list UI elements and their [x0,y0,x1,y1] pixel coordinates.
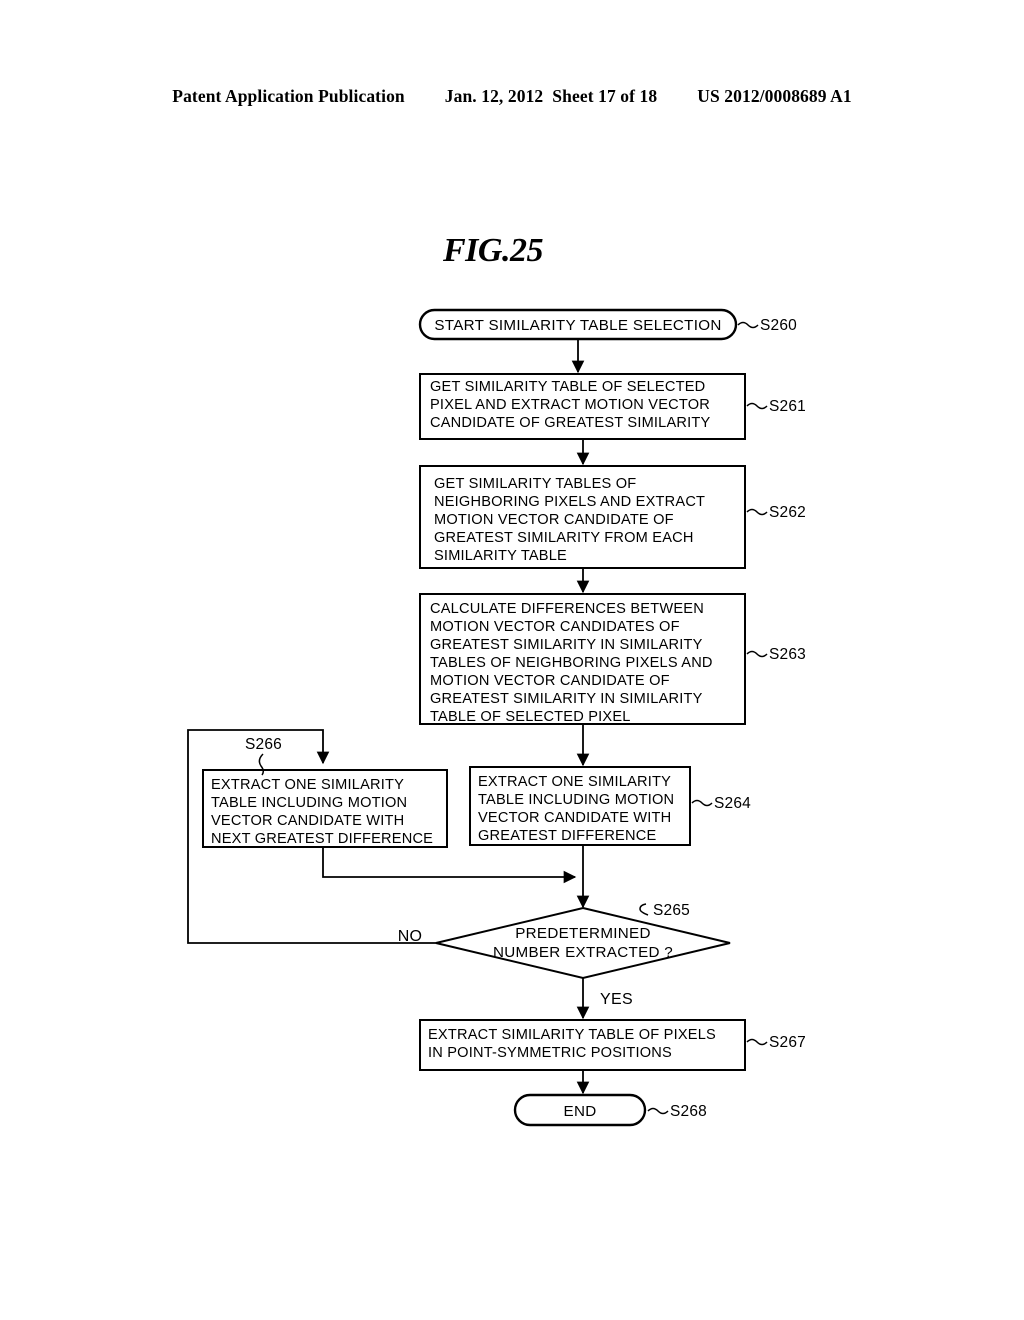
s263-line-4: TABLES OF NEIGHBORING PIXELS AND [430,655,713,671]
s267-step-number: S267 [769,1034,806,1051]
s266-line-4: NEXT GREATEST DIFFERENCE [211,831,433,847]
flowchart-diagram: START SIMILARITY TABLE SELECTION S260 GE… [187,308,806,1127]
start-step-hook [737,321,759,329]
node-s267: EXTRACT SIMILARITY TABLE OF PIXELS IN PO… [419,1019,806,1071]
s267-line-1: EXTRACT SIMILARITY TABLE OF PIXELS [428,1027,716,1043]
node-s263: CALCULATE DIFFERENCES BETWEEN MOTION VEC… [419,593,806,725]
s261-line-1: GET SIMILARITY TABLE OF SELECTED [430,379,705,395]
s267-step-hook [746,1038,768,1046]
s264-line-2: TABLE INCLUDING MOTION [478,792,674,808]
node-s266: EXTRACT ONE SIMILARITY TABLE INCLUDING M… [202,736,448,848]
s264-line-4: GREATEST DIFFERENCE [478,828,656,844]
s263-line-3: GREATEST SIMILARITY IN SIMILARITY [430,637,703,653]
s262-step-number: S262 [769,504,806,521]
s263-line-5: MOTION VECTOR CANDIDATE OF [430,673,670,689]
node-s262: GET SIMILARITY TABLES OF NEIGHBORING PIX… [419,465,806,569]
s263-line-2: MOTION VECTOR CANDIDATES OF [430,619,680,635]
s264-step-hook [691,799,713,807]
s263-line-7: TABLE OF SELECTED PIXEL [430,709,631,725]
end-step-hook [647,1107,669,1115]
connector-s266-to-merge [322,847,577,884]
s266-line-3: VECTOR CANDIDATE WITH [211,813,404,829]
s262-line-1: GET SIMILARITY TABLES OF [434,476,636,492]
end-step-number: S268 [670,1103,707,1120]
s264-line-1: EXTRACT ONE SIMILARITY [478,774,671,790]
s263-step-hook [746,650,768,658]
s266-line-2: TABLE INCLUDING MOTION [211,795,407,811]
s262-line-5: SIMILARITY TABLE [434,548,567,564]
node-end: END S268 [513,1093,707,1127]
s261-line-2: PIXEL AND EXTRACT MOTION VECTOR [430,397,710,413]
patent-page: Patent Application Publication Jan. 12, … [0,0,1024,1320]
s262-line-2: NEIGHBORING PIXELS AND EXTRACT [434,494,705,510]
s262-step-hook [746,508,768,516]
s265-step-hook [639,903,649,916]
start-step-number: S260 [760,317,797,334]
node-s264: EXTRACT ONE SIMILARITY TABLE INCLUDING M… [469,766,751,846]
s261-step-hook [746,402,768,410]
end-label: END [564,1103,597,1120]
s267-line-2: IN POINT-SYMMETRIC POSITIONS [428,1045,672,1061]
s265-line-1: PREDETERMINED [515,925,651,942]
s265-line-2: NUMBER EXTRACTED ? [493,944,673,961]
s264-step-number: S264 [714,795,751,812]
s261-line-3: CANDIDATE OF GREATEST SIMILARITY [430,415,711,431]
s262-line-3: MOTION VECTOR CANDIDATE OF [434,512,674,528]
start-label: START SIMILARITY TABLE SELECTION [434,317,721,334]
node-start: START SIMILARITY TABLE SELECTION S260 [418,308,797,341]
s266-line-1: EXTRACT ONE SIMILARITY [211,777,404,793]
s263-line-6: GREATEST SIMILARITY IN SIMILARITY [430,691,703,707]
s265-branch-yes-label: YES [600,991,633,1008]
node-s265-decision: PREDETERMINED NUMBER EXTRACTED ? S265 [435,902,731,980]
s263-step-number: S263 [769,646,806,663]
s264-line-3: VECTOR CANDIDATE WITH [478,810,671,826]
s261-step-number: S261 [769,398,806,415]
s263-line-1: CALCULATE DIFFERENCES BETWEEN [430,601,704,617]
s265-step-number: S265 [653,902,690,919]
node-s261: GET SIMILARITY TABLE OF SELECTED PIXEL A… [419,373,806,440]
s262-line-4: GREATEST SIMILARITY FROM EACH [434,530,694,546]
s266-step-number: S266 [245,736,282,753]
